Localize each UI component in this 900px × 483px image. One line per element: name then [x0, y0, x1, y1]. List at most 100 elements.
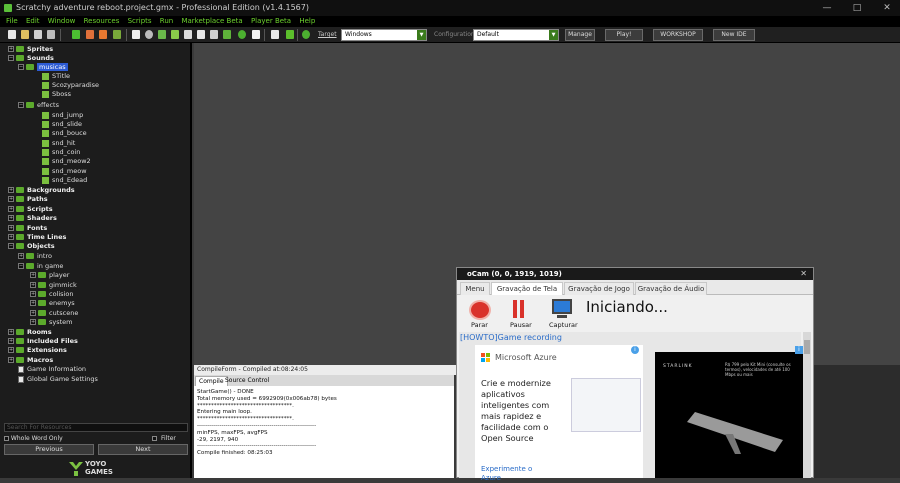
tree-item-sprites[interactable]: + Sprites	[8, 45, 53, 54]
add-timeline-icon[interactable]	[223, 30, 231, 39]
search-input[interactable]: Search For Resources	[4, 423, 188, 432]
tree-item-sound[interactable]: snd_hit	[42, 139, 75, 148]
monitor-icon[interactable]	[552, 299, 572, 314]
help-icon[interactable]	[302, 30, 310, 39]
tree-item-object-folder[interactable]: + cutscene	[30, 309, 78, 318]
starlink-ad[interactable]: STARLINK R$ 799 pelo Kit Mini (consulte …	[655, 346, 805, 478]
tree-item-object-folder[interactable]: + gimmick	[30, 281, 77, 290]
expand-icon[interactable]: +	[8, 196, 14, 202]
stop-icon[interactable]	[99, 30, 107, 39]
add-room-icon[interactable]	[252, 30, 260, 39]
open-folder-icon[interactable]	[21, 30, 29, 39]
tree-item-macros[interactable]: + Macros	[8, 356, 53, 365]
tree-item-sound[interactable]: snd_meow	[42, 167, 87, 176]
tree-item-sound[interactable]: snd_slide	[42, 120, 82, 129]
azure-ad[interactable]: Microsoft Azure i Crie e modernize aplic…	[475, 345, 643, 482]
add-sound-icon[interactable]	[145, 30, 153, 39]
tree-item-sound[interactable]: snd_bouce	[42, 129, 87, 138]
pause-icon[interactable]	[513, 300, 517, 318]
new-file-icon[interactable]	[8, 30, 16, 39]
previous-button[interactable]: Previous	[4, 444, 94, 455]
expand-icon[interactable]: +	[18, 253, 24, 259]
collapse-icon[interactable]: −	[8, 55, 14, 61]
collapse-icon[interactable]: −	[18, 102, 24, 108]
tab-menu[interactable]: Menu	[460, 282, 490, 295]
manage-button[interactable]: Manage	[565, 29, 595, 41]
collapse-icon[interactable]: −	[8, 243, 14, 249]
tree-item-sound[interactable]: snd_coin	[42, 148, 80, 157]
export-icon[interactable]	[47, 30, 55, 39]
ocam-scrollbar[interactable]	[803, 332, 811, 478]
tree-item-shaders[interactable]: + Shaders	[8, 214, 57, 223]
tree-item-objects[interactable]: − Objects	[8, 242, 55, 251]
expand-icon[interactable]: +	[30, 300, 36, 306]
menu-player[interactable]: Player Beta	[251, 16, 291, 27]
menu-run[interactable]: Run	[160, 16, 173, 27]
add-background-icon[interactable]	[158, 30, 166, 39]
tab-gravacao-audio[interactable]: Gravação de Áudio	[635, 282, 707, 295]
maximize-button[interactable]: □	[848, 2, 866, 14]
tree-item-rooms[interactable]: + Rooms	[8, 328, 52, 337]
add-sprite-icon[interactable]	[132, 30, 140, 39]
tree-item-backgrounds[interactable]: + Backgrounds	[8, 186, 75, 195]
tree-item-object-folder[interactable]: + enemys	[30, 299, 75, 308]
expand-icon[interactable]: +	[30, 291, 36, 297]
tree-item-included-files[interactable]: + Included Files	[8, 337, 78, 346]
add-object-icon[interactable]	[238, 30, 246, 39]
tree-item-sound[interactable]: snd_meow2	[42, 157, 91, 166]
menu-file[interactable]: File	[6, 16, 18, 27]
expand-icon[interactable]: +	[8, 187, 14, 193]
clean-icon[interactable]	[113, 30, 121, 39]
howto-link[interactable]: [HOWTO]Game recording	[460, 333, 562, 342]
menu-scripts[interactable]: Scripts	[128, 16, 152, 27]
tree-item-object-folder[interactable]: + system	[30, 318, 73, 327]
expand-icon[interactable]: +	[30, 310, 36, 316]
tab-gravacao-tela[interactable]: Gravação de Tela	[491, 282, 563, 295]
tree-item-ingame[interactable]: − in game	[18, 262, 63, 271]
next-button[interactable]: Next	[98, 444, 188, 455]
add-path-icon[interactable]	[171, 30, 179, 39]
collapse-icon[interactable]: −	[18, 263, 24, 269]
expand-icon[interactable]: +	[30, 282, 36, 288]
expand-icon[interactable]: +	[8, 357, 14, 363]
debug-icon[interactable]	[86, 30, 94, 39]
add-shader-icon[interactable]	[197, 30, 205, 39]
configuration-select[interactable]: Default ▼	[473, 29, 559, 41]
tree-item-sound[interactable]: Sboss	[42, 90, 71, 99]
close-icon[interactable]: ✕	[800, 268, 807, 280]
expand-icon[interactable]: +	[8, 225, 14, 231]
expand-icon[interactable]: +	[8, 215, 14, 221]
tab-source-control[interactable]: Source Control	[222, 376, 272, 386]
menu-edit[interactable]: Edit	[26, 16, 40, 27]
ocam-window[interactable]: oCam (0, 0, 1919, 1019) ✕ Menu Gravação …	[456, 267, 814, 482]
new-ide-button[interactable]: New IDE	[713, 29, 755, 41]
collapse-icon[interactable]: −	[18, 64, 24, 70]
add-font-icon[interactable]	[210, 30, 218, 39]
scrollbar-thumb[interactable]	[804, 340, 810, 354]
tree-item-sound[interactable]: snd_jump	[42, 111, 83, 120]
expand-icon[interactable]: +	[8, 234, 14, 240]
ad-cta[interactable]: Experimente o Azure	[481, 465, 541, 483]
expand-icon[interactable]: +	[30, 272, 36, 278]
minimize-button[interactable]: —	[818, 2, 836, 14]
target-select[interactable]: Windows ▼	[341, 29, 427, 41]
ad-info-icon[interactable]: i	[631, 346, 639, 354]
close-button[interactable]: ✕	[878, 2, 896, 14]
game-info-icon[interactable]	[271, 30, 279, 39]
tree-item-scripts[interactable]: + Scripts	[8, 205, 53, 214]
run-icon[interactable]	[72, 30, 80, 39]
expand-icon[interactable]: +	[8, 206, 14, 212]
tree-item-fonts[interactable]: + Fonts	[8, 224, 47, 233]
chevron-down-icon[interactable]: ▼	[549, 30, 558, 40]
expand-icon[interactable]: +	[8, 329, 14, 335]
tree-item-timelines[interactable]: + Time Lines	[8, 233, 66, 242]
expand-icon[interactable]: +	[8, 347, 14, 353]
stop-record-icon[interactable]	[469, 300, 491, 320]
ad2-info-icon[interactable]: i	[795, 346, 803, 354]
play-button[interactable]: Play!	[605, 29, 643, 41]
tree-item-global-settings[interactable]: Global Game Settings	[18, 375, 98, 384]
expand-icon[interactable]: +	[30, 319, 36, 325]
pause-icon[interactable]	[520, 300, 524, 318]
tree-item-sound[interactable]: snd_Edead	[42, 176, 87, 185]
filter-tree-checkbox[interactable]	[152, 436, 157, 441]
